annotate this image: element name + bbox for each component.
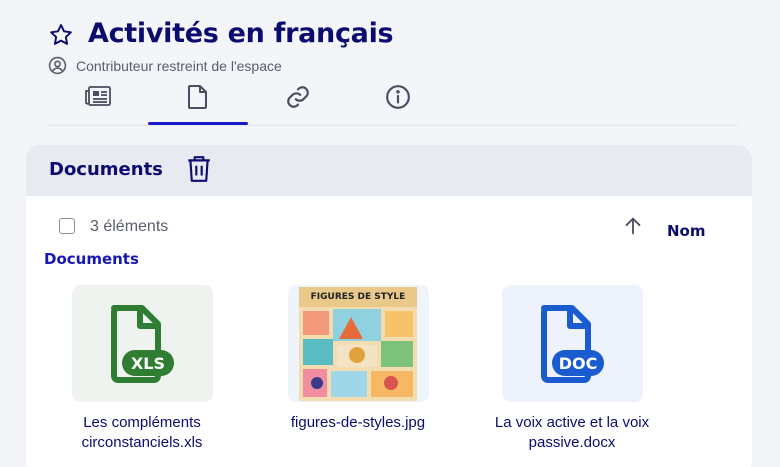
image-caption: FIGURES DE STYLE <box>311 292 406 302</box>
file-type-badge: DOC <box>559 354 598 373</box>
user-circle-icon <box>48 56 67 75</box>
sort-by-name-button[interactable]: Nom <box>667 222 706 240</box>
file-type-badge: XLS <box>131 354 165 373</box>
select-all-checkbox[interactable] <box>59 218 75 234</box>
doc-file-icon: DOC <box>541 304 604 383</box>
file-card[interactable]: XLS Les compléments circonstanciels.xls <box>56 285 228 453</box>
arrow-up-icon[interactable] <box>622 215 644 237</box>
xls-file-icon: XLS <box>111 304 174 383</box>
tab-documents[interactable] <box>148 80 248 125</box>
item-count: 3 éléments <box>90 218 169 235</box>
panel-title: Documents <box>49 159 163 180</box>
tab-links[interactable] <box>248 80 348 124</box>
tab-info[interactable] <box>348 80 448 124</box>
file-thumbnail: XLS <box>71 285 213 402</box>
file-name[interactable]: figures-de-styles.jpg <box>272 413 444 433</box>
file-card[interactable]: FIGURES DE STYLE figures-de-styles.jpg <box>272 285 444 433</box>
file-card[interactable]: DOC La voix active et la voix passive.do… <box>486 285 658 453</box>
section-title: Documents <box>44 250 139 268</box>
file-thumbnail: DOC <box>501 285 643 402</box>
trash-icon[interactable] <box>186 155 212 183</box>
panel-header: Documents <box>26 145 752 196</box>
file-thumbnail: FIGURES DE STYLE <box>287 285 429 402</box>
star-outline-icon[interactable] <box>48 22 74 48</box>
file-name[interactable]: La voix active et la voix passive.docx <box>486 413 658 453</box>
tab-news[interactable] <box>48 80 148 124</box>
role-label: Contributeur restreint de l'espace <box>76 58 282 74</box>
image-preview: FIGURES DE STYLE <box>299 286 417 401</box>
tab-bar <box>48 80 738 126</box>
page-title: Activités en français <box>88 18 394 49</box>
document-icon <box>188 85 207 109</box>
info-icon <box>386 85 410 109</box>
documents-panel: Documents 3 éléments Nom Documents XLS L… <box>26 145 752 467</box>
file-name[interactable]: Les compléments circonstanciels.xls <box>56 413 228 453</box>
newspaper-icon <box>85 86 111 106</box>
link-icon <box>287 86 309 108</box>
